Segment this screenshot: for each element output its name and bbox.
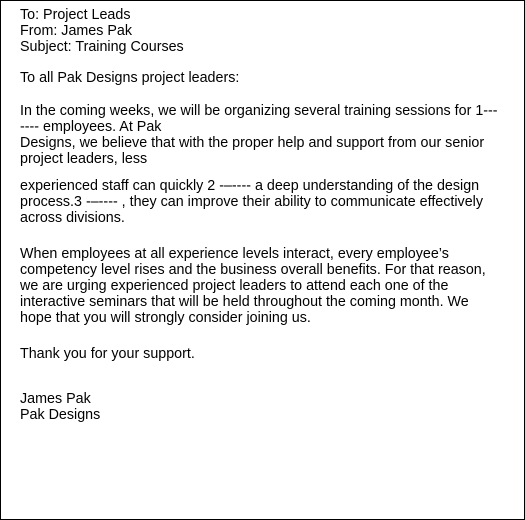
paragraph1-line: Designs, we believe that with the proper…: [20, 135, 485, 151]
paragraph1-line: ---- employees. At Pak: [20, 119, 162, 135]
memo-to-line: To: Project Leads: [20, 7, 131, 23]
paragraph3-line: When employees at all experience levels …: [20, 246, 449, 262]
memo-from-line: From: James Pak: [20, 23, 133, 39]
paragraph3-line: interactive seminars that will be held t…: [20, 294, 469, 310]
paragraph3-line: we are urging experienced project leader…: [20, 278, 449, 294]
paragraph3-line: hope that you will strongly consider joi…: [20, 310, 311, 326]
signature-name: James Pak: [20, 391, 91, 407]
paragraph2-line: process.3 -–---- , they can improve thei…: [20, 194, 483, 210]
memo-frame: To: Project Leads From: James Pak Subjec…: [0, 0, 525, 520]
memo-closing: Thank you for your support.: [20, 346, 195, 362]
signature-company: Pak Designs: [20, 407, 101, 423]
memo-subject-line: Subject: Training Courses: [20, 39, 184, 55]
paragraph2-line: experienced staff can quickly 2 -–---- a…: [20, 178, 480, 194]
paragraph2-line: across divisions.: [20, 210, 125, 226]
paragraph1-line: In the coming weeks, we will be organizi…: [20, 103, 498, 119]
paragraph3-line: competency level rises and the business …: [20, 262, 486, 278]
memo-greeting: To all Pak Designs project leaders:: [20, 70, 240, 86]
paragraph1-line: project leaders, less: [20, 151, 148, 167]
